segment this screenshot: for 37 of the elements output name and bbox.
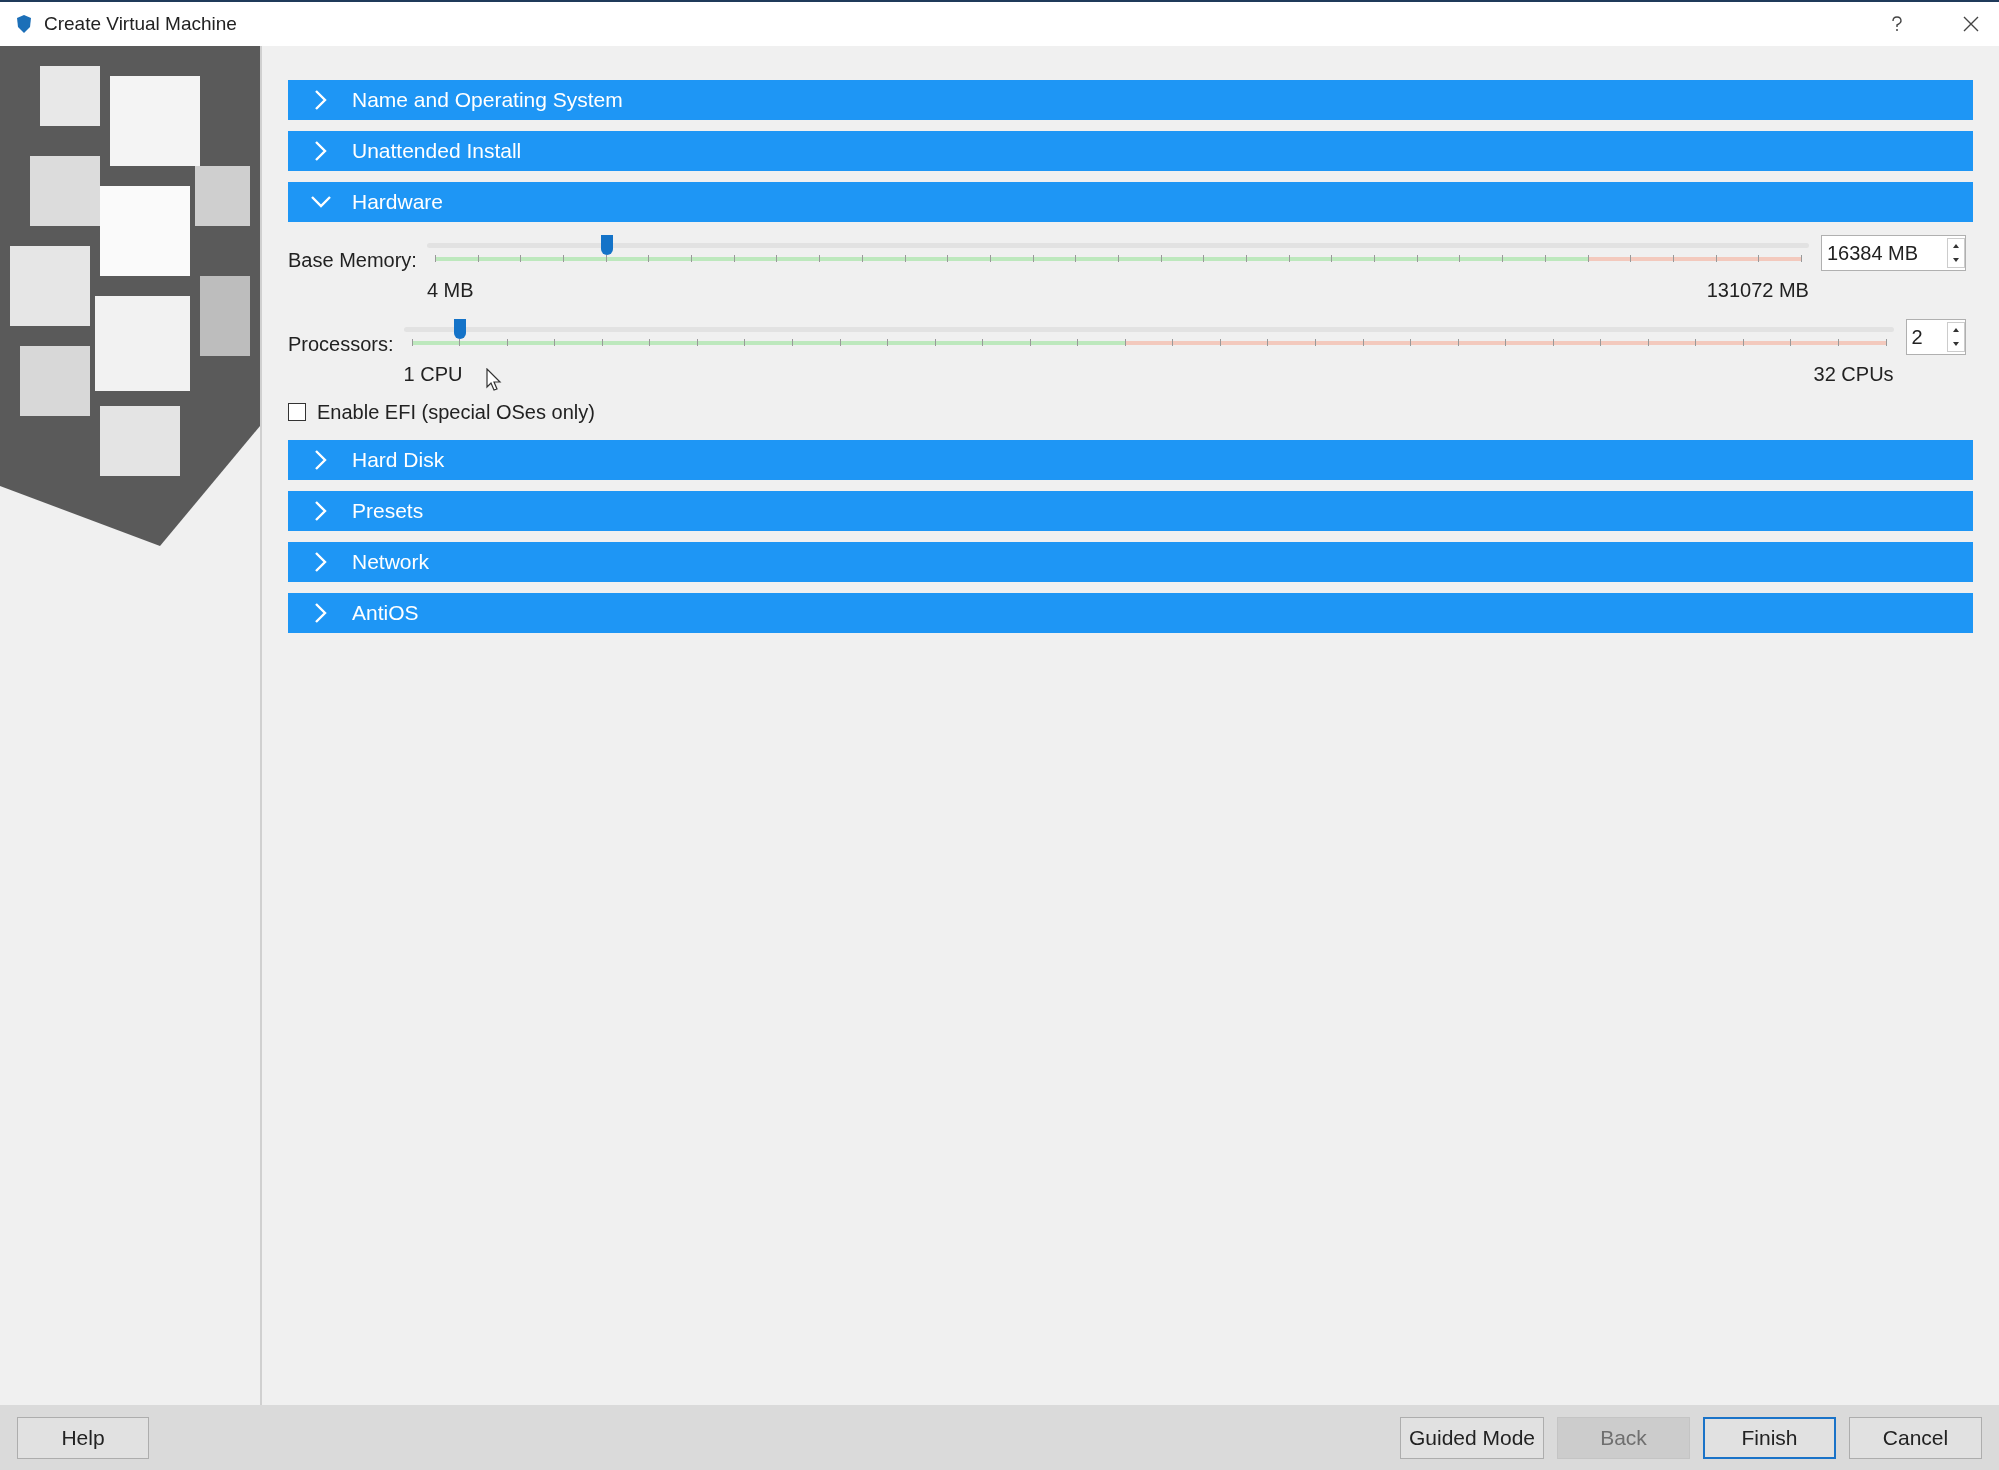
chevron-right-icon [314, 551, 328, 573]
spin-arrows-icon[interactable] [1946, 238, 1965, 268]
chevron-right-icon [314, 500, 328, 522]
chevron-right-icon [314, 449, 328, 471]
section-header[interactable]: Hardware [288, 182, 1973, 222]
max-value-label: 131072 MB [1706, 278, 1809, 303]
close-icon[interactable] [1963, 16, 1979, 32]
section-header[interactable]: Hard Disk [288, 440, 1973, 480]
slider-thumb[interactable] [601, 235, 614, 255]
dialog-button[interactable]: Guided Mode [1400, 1416, 1544, 1459]
section-header[interactable]: Unattended Install [288, 131, 1973, 171]
app-logo-icon [14, 14, 34, 34]
section-header[interactable]: Name and Operating System [288, 80, 1973, 120]
section-header[interactable]: AntiOS [288, 593, 1973, 633]
chevron-right-icon [314, 140, 328, 162]
chevron-right-icon [314, 602, 328, 624]
slider-label: Processors: [288, 332, 394, 357]
chevron-down-icon [310, 195, 332, 209]
cursor-icon [486, 368, 502, 392]
spin-arrows-icon[interactable] [1946, 322, 1965, 352]
help-icon[interactable] [1891, 16, 1903, 32]
checkbox-label: Enable EFI (special OSes only) [317, 400, 595, 425]
dialog-button[interactable]: Help [17, 1416, 149, 1459]
section-header[interactable]: Network [288, 542, 1973, 582]
section-header[interactable]: Presets [288, 491, 1973, 531]
min-value-label: 4 MB [426, 278, 474, 303]
dialog-button[interactable]: Finish [1703, 1416, 1836, 1459]
chevron-right-icon [314, 89, 328, 111]
spin-box[interactable]: 16384 MB [1820, 235, 1966, 271]
dialog-button[interactable]: Cancel [1849, 1416, 1982, 1459]
slider-thumb[interactable] [454, 319, 467, 339]
min-value-label: 1 CPU [403, 362, 463, 387]
slider-label: Base Memory: [288, 248, 417, 273]
checkbox[interactable] [288, 403, 306, 421]
window-title: Create Virtual Machine [44, 11, 237, 36]
max-value-label: 32 CPUs [1813, 362, 1894, 387]
spin-box[interactable]: 2 [1905, 319, 1966, 355]
